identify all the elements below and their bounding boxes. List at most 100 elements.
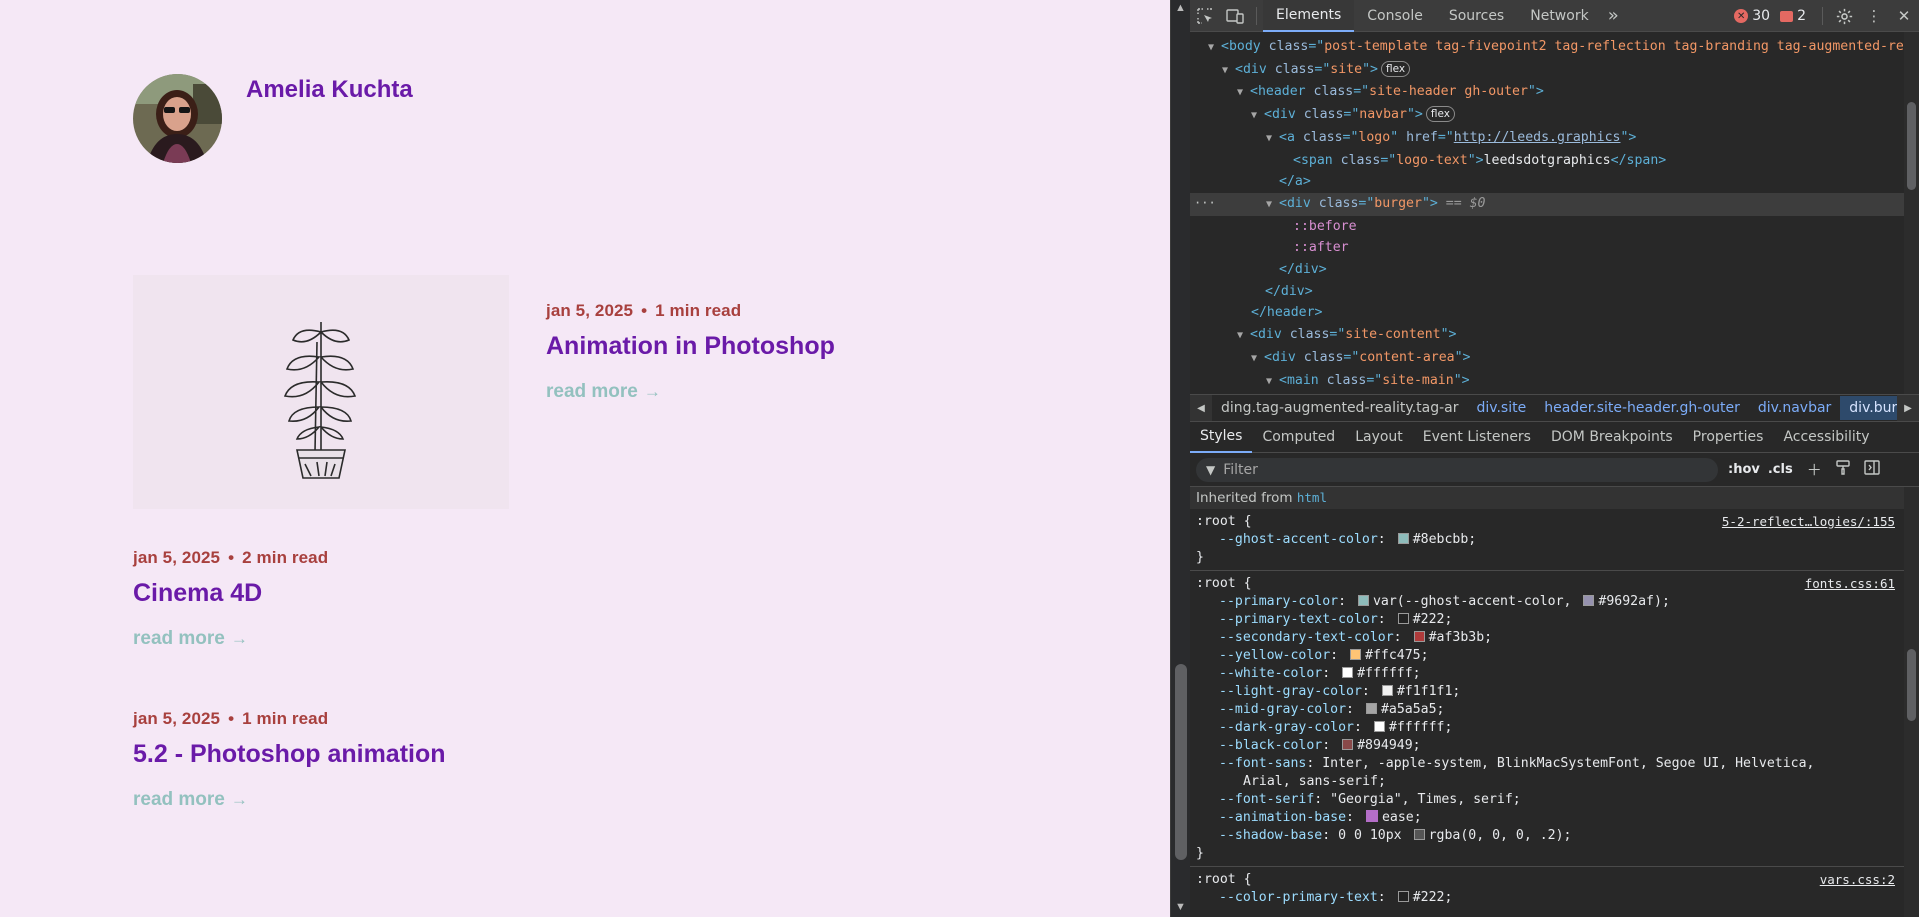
toggle-sidebar-icon[interactable]: [1864, 460, 1880, 479]
settings-gear-icon[interactable]: [1829, 0, 1859, 32]
error-counter[interactable]: ✕ 30: [1734, 8, 1770, 24]
color-swatch-icon[interactable]: [1397, 533, 1409, 544]
dom-node-navbar[interactable]: ▼ <div class="navbar"> flex: [1190, 104, 1919, 127]
styles-scrollbar-thumb[interactable]: [1907, 649, 1916, 721]
expand-triangle-icon[interactable]: ▼: [1208, 37, 1221, 59]
style-declaration[interactable]: --font-serif: "Georgia", Times, serif;: [1196, 791, 1913, 809]
kebab-menu-icon[interactable]: ⋮: [1859, 0, 1889, 32]
style-declaration[interactable]: --mid-gray-color: #a5a5a5;: [1196, 701, 1913, 719]
featured-post-image[interactable]: [133, 275, 509, 509]
style-declaration[interactable]: --shadow-base: 0 0 10px rgba(0, 0, 0, .2…: [1196, 827, 1913, 845]
tab-elements[interactable]: Elements: [1263, 0, 1355, 32]
tab-properties[interactable]: Properties: [1683, 422, 1774, 453]
breadcrumb-item[interactable]: ding.tag-augmented-reality.tag-ar: [1212, 400, 1468, 416]
dom-node-after[interactable]: ::after: [1190, 237, 1919, 259]
dom-node-close-div[interactable]: </div>: [1190, 281, 1919, 303]
expand-triangle-icon[interactable]: ▼: [1266, 371, 1279, 393]
style-declaration[interactable]: --secondary-text-color: #af3b3b;: [1196, 629, 1913, 647]
dom-node-content-area[interactable]: ▼ <div class="content-area">: [1190, 347, 1919, 370]
flex-badge[interactable]: flex: [1425, 106, 1455, 123]
read-more-link[interactable]: read more →: [133, 789, 248, 811]
more-tabs-icon[interactable]: »: [1602, 0, 1625, 32]
style-declaration[interactable]: --black-color: #894949;: [1196, 737, 1913, 755]
tab-layout[interactable]: Layout: [1345, 422, 1413, 453]
page-scrollbar-thumb[interactable]: [1175, 664, 1187, 860]
close-icon[interactable]: ✕: [1889, 0, 1919, 32]
style-rule[interactable]: :root { fonts.css:61 --primary-color: va…: [1190, 571, 1919, 867]
style-declaration[interactable]: --dark-gray-color: #ffffff;: [1196, 719, 1913, 737]
dom-node-burger-selected[interactable]: ··· ▼ <div class="burger"> == $0: [1190, 192, 1919, 216]
tab-sources[interactable]: Sources: [1436, 0, 1517, 32]
inspect-element-icon[interactable]: [1190, 0, 1220, 32]
color-swatch-icon[interactable]: [1413, 631, 1425, 642]
style-declaration[interactable]: --light-gray-color: #f1f1f1;: [1196, 683, 1913, 701]
expand-triangle-icon[interactable]: ▼: [1266, 194, 1279, 216]
style-declaration[interactable]: --primary-text-color: #222;: [1196, 611, 1913, 629]
expand-triangle-icon[interactable]: ▼: [1266, 128, 1279, 150]
style-rule[interactable]: :root { 5-2-reflect…logies/:155 --ghost-…: [1190, 509, 1919, 571]
rule-selector[interactable]: :root {: [1196, 871, 1913, 889]
shadow-swatch-icon[interactable]: [1413, 829, 1425, 840]
author-name[interactable]: Amelia Kuchta: [246, 76, 413, 104]
rule-source-link[interactable]: fonts.css:61: [1805, 575, 1895, 593]
dom-node-logo-link[interactable]: ▼ <a class="logo" href="http://leeds.grap…: [1190, 127, 1919, 150]
tab-styles[interactable]: Styles: [1190, 422, 1253, 453]
inherited-element-link[interactable]: html: [1297, 490, 1327, 505]
breadcrumb-item[interactable]: div.site: [1468, 400, 1536, 416]
breadcrumb-item[interactable]: div.navbar: [1749, 400, 1840, 416]
logo-href-link[interactable]: http://leeds.graphics: [1454, 130, 1621, 145]
easing-editor-icon[interactable]: [1365, 810, 1378, 822]
post-title[interactable]: Animation in Photoshop: [546, 332, 835, 361]
color-swatch-icon[interactable]: [1583, 595, 1595, 606]
dom-node-body[interactable]: ▼ <body class="post-template tag-fivepoin…: [1190, 36, 1919, 59]
dom-node-close-header[interactable]: </header>: [1190, 302, 1919, 324]
styles-pane[interactable]: Inherited from html :root { 5-2-reflect……: [1190, 487, 1919, 917]
color-swatch-icon[interactable]: [1397, 613, 1409, 624]
expand-triangle-icon[interactable]: ▼: [1237, 325, 1250, 347]
style-declaration[interactable]: --white-color: #ffffff;: [1196, 665, 1913, 683]
page-scrollbar[interactable]: ▲ ▼: [1170, 0, 1190, 917]
color-swatch-icon[interactable]: [1350, 649, 1362, 660]
post-title[interactable]: 5.2 - Photoshop animation: [133, 740, 446, 769]
node-actions-ellipsis-icon[interactable]: ···: [1194, 193, 1216, 215]
rule-source-link[interactable]: vars.css:2: [1820, 871, 1895, 889]
dom-node-header[interactable]: ▼ <header class="site-header gh-outer">: [1190, 81, 1919, 104]
tab-dom-breakpoints[interactable]: DOM Breakpoints: [1541, 422, 1683, 453]
style-declaration[interactable]: --yellow-color: #ffc475;: [1196, 647, 1913, 665]
expand-triangle-icon[interactable]: ▼: [1251, 348, 1264, 370]
dom-tree-scrollbar-thumb[interactable]: [1907, 102, 1916, 190]
rule-source-link[interactable]: 5-2-reflect…logies/:155: [1722, 513, 1895, 531]
style-declaration[interactable]: --color-primary-text: #222;: [1196, 889, 1913, 907]
style-declaration[interactable]: --ghost-accent-color: #8ebcbb;: [1196, 531, 1913, 549]
expand-triangle-icon[interactable]: ▼: [1251, 105, 1264, 127]
tab-network[interactable]: Network: [1517, 0, 1601, 32]
hover-state-toggle[interactable]: :hov: [1728, 462, 1760, 477]
dom-tree-scrollbar[interactable]: [1904, 32, 1919, 394]
dom-node-main[interactable]: ▼ <main class="site-main">: [1190, 370, 1919, 393]
style-declaration[interactable]: --animation-base: ease;: [1196, 809, 1913, 827]
color-swatch-icon[interactable]: [1365, 703, 1377, 714]
color-swatch-icon[interactable]: [1373, 721, 1385, 732]
expand-triangle-icon[interactable]: ▼: [1237, 82, 1250, 104]
style-rule[interactable]: :root { vars.css:2 --color-primary-text:…: [1190, 867, 1919, 910]
tab-computed[interactable]: Computed: [1252, 422, 1345, 453]
style-declaration[interactable]: --font-sans: Inter, -apple-system, Blink…: [1196, 755, 1913, 773]
tab-event-listeners[interactable]: Event Listeners: [1413, 422, 1541, 453]
breadcrumb-item[interactable]: header.site-header.gh-outer: [1535, 400, 1749, 416]
breadcrumb-left-icon[interactable]: ◀: [1190, 395, 1212, 421]
scroll-up-icon[interactable]: ▲: [1175, 2, 1186, 14]
color-swatch-icon[interactable]: [1381, 685, 1393, 696]
paint-brush-icon[interactable]: [1836, 460, 1850, 479]
scroll-down-icon[interactable]: ▼: [1175, 901, 1186, 913]
class-toggle[interactable]: .cls: [1768, 462, 1793, 477]
styles-filter-input[interactable]: ▼ Filter: [1196, 457, 1718, 482]
dom-node-logo-text[interactable]: <span class="logo-text">leedsdotgraphics…: [1190, 150, 1919, 172]
tab-accessibility[interactable]: Accessibility: [1773, 422, 1879, 453]
dom-node-close-div[interactable]: </div>: [1190, 259, 1919, 281]
flex-badge[interactable]: flex: [1380, 60, 1411, 77]
dom-node-div-site[interactable]: ▼ <div class="site"> flex: [1190, 59, 1919, 82]
color-swatch-icon[interactable]: [1397, 891, 1409, 902]
styles-scrollbar[interactable]: [1904, 487, 1919, 917]
dom-node-before[interactable]: ::before: [1190, 216, 1919, 238]
tab-console[interactable]: Console: [1354, 0, 1436, 32]
